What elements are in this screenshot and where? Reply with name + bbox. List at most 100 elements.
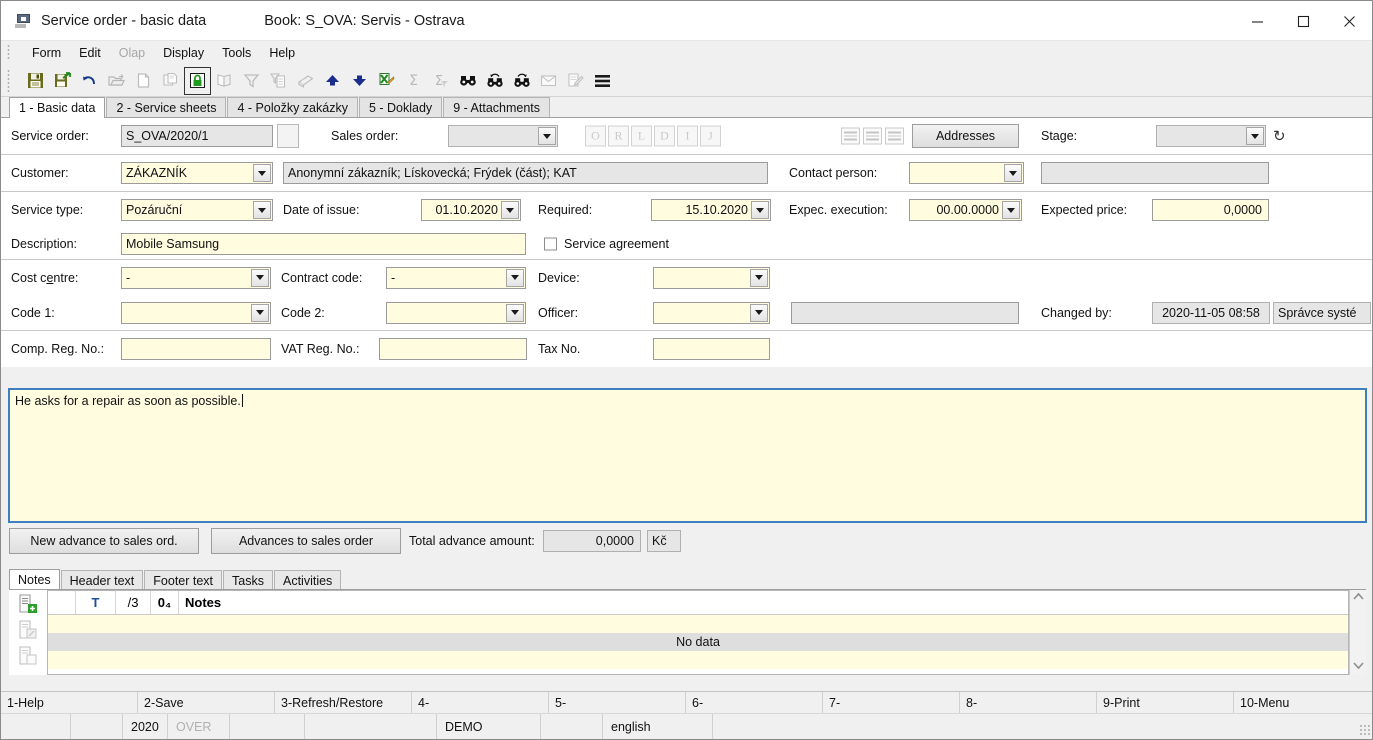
description-input[interactable]: Mobile Samsung xyxy=(121,232,526,255)
service-order-picker-button[interactable] xyxy=(277,124,299,148)
bottom-tab-tasks[interactable]: Tasks xyxy=(223,570,273,590)
column-header-notes[interactable]: Notes xyxy=(179,591,1348,614)
scroll-up-icon[interactable] xyxy=(1352,592,1364,604)
contact-person-combo[interactable] xyxy=(909,162,1024,184)
list-right-align-icon[interactable] xyxy=(885,127,904,145)
required-date-input[interactable]: 15.10.2020 xyxy=(651,199,771,221)
fkey-10-menu[interactable]: 10-Menu xyxy=(1234,692,1370,713)
bottom-tab-activities[interactable]: Activities xyxy=(273,570,342,590)
save-icon[interactable] xyxy=(23,68,48,94)
chevron-down-icon[interactable] xyxy=(253,201,271,219)
flag-l[interactable]: L xyxy=(631,125,652,147)
flag-d[interactable]: D xyxy=(654,125,675,147)
service-order-input[interactable]: S_OVA/2020/1 xyxy=(121,125,273,147)
fkey-7[interactable]: 7- xyxy=(823,692,960,713)
list-left-align-icon[interactable] xyxy=(841,127,860,145)
close-button[interactable] xyxy=(1326,1,1372,41)
calendar-dropdown-icon[interactable] xyxy=(751,201,769,219)
bottom-tab-notes[interactable]: Notes xyxy=(9,569,60,590)
menu-item-display[interactable]: Display xyxy=(154,44,213,62)
stage-combo[interactable] xyxy=(1156,125,1266,147)
sales-order-combo[interactable] xyxy=(448,125,558,147)
column-header-t[interactable]: T xyxy=(76,591,116,614)
minimize-button[interactable] xyxy=(1234,1,1280,41)
find-previous-icon[interactable] xyxy=(482,68,507,94)
bottom-tab-header-text[interactable]: Header text xyxy=(60,570,144,590)
list-center-align-icon[interactable] xyxy=(863,127,882,145)
calendar-dropdown-icon[interactable] xyxy=(1002,201,1020,219)
tab-polozky-zakazky[interactable]: 4 - Položky zakázky xyxy=(227,97,358,117)
menu-icon[interactable] xyxy=(590,68,615,94)
date-of-issue-input[interactable]: 01.10.2020 xyxy=(421,199,521,221)
service-agreement-checkbox[interactable] xyxy=(544,237,557,250)
flag-r[interactable]: R xyxy=(608,125,629,147)
tab-service-sheets[interactable]: 2 - Service sheets xyxy=(106,97,227,117)
fkey-9-print[interactable]: 9-Print xyxy=(1097,692,1234,713)
fkey-8[interactable]: 8- xyxy=(960,692,1097,713)
cost-centre-combo[interactable]: - xyxy=(121,266,271,289)
tab-doklady[interactable]: 5 - Doklady xyxy=(358,97,443,117)
chevron-down-icon[interactable] xyxy=(251,303,269,322)
chevron-down-icon[interactable] xyxy=(506,303,524,322)
chevron-down-icon[interactable] xyxy=(506,268,524,287)
export-excel-icon[interactable] xyxy=(374,68,399,94)
undo-icon[interactable] xyxy=(77,68,102,94)
fkey-2-save[interactable]: 2-Save xyxy=(138,692,275,713)
menu-item-tools[interactable]: Tools xyxy=(213,44,260,62)
code2-combo[interactable] xyxy=(386,301,526,324)
chevron-down-icon[interactable] xyxy=(538,127,556,145)
code1-combo[interactable] xyxy=(121,301,271,324)
memo-textarea[interactable]: He asks for a repair as soon as possible… xyxy=(8,388,1367,523)
table-row[interactable] xyxy=(48,615,1348,633)
fkey-3-refresh-restore[interactable]: 3-Refresh/Restore xyxy=(275,692,412,713)
service-type-combo[interactable]: Pozáruční xyxy=(121,199,273,221)
fkey-1-help[interactable]: 1-Help xyxy=(1,692,138,713)
flag-i[interactable]: I xyxy=(677,125,698,147)
tab-attachments[interactable]: 9 - Attachments xyxy=(443,97,551,117)
chevron-down-icon[interactable] xyxy=(253,164,271,182)
fkey-6[interactable]: 6- xyxy=(686,692,823,713)
menu-item-edit[interactable]: Edit xyxy=(70,44,110,62)
chevron-down-icon[interactable] xyxy=(750,268,768,287)
history-icon[interactable]: ↻ xyxy=(1273,127,1286,145)
new-advance-to-sales-order-button[interactable]: New advance to sales ord. xyxy=(9,528,199,554)
find-icon[interactable] xyxy=(455,68,480,94)
chevron-down-icon[interactable] xyxy=(1004,164,1022,182)
flag-j[interactable]: J xyxy=(700,125,721,147)
customer-combo[interactable]: ZÁKAZNÍK xyxy=(121,162,273,184)
calendar-dropdown-icon[interactable] xyxy=(501,201,519,219)
device-combo[interactable] xyxy=(653,266,770,289)
flag-o[interactable]: O xyxy=(585,125,606,147)
advances-to-sales-order-button[interactable]: Advances to sales order xyxy=(211,528,401,554)
arrow-up-icon[interactable] xyxy=(320,68,345,94)
lock-icon[interactable] xyxy=(184,66,211,95)
tab-basic-data[interactable]: 1 - Basic data xyxy=(9,97,106,118)
addresses-button[interactable]: Addresses xyxy=(912,124,1019,148)
bottom-tab-footer-text[interactable]: Footer text xyxy=(144,570,223,590)
resize-grip[interactable] xyxy=(1359,724,1371,736)
table-row[interactable] xyxy=(48,651,1348,669)
notes-grid-scrollbar[interactable] xyxy=(1349,590,1366,675)
tax-no-input[interactable] xyxy=(653,338,770,360)
chevron-down-icon[interactable] xyxy=(1246,127,1264,145)
comp-reg-no-input[interactable] xyxy=(121,338,271,360)
arrow-down-icon[interactable] xyxy=(347,68,372,94)
chevron-down-icon[interactable] xyxy=(750,303,768,322)
save-and-exit-icon[interactable] xyxy=(50,68,75,94)
vat-reg-no-input[interactable] xyxy=(379,338,527,360)
expec-execution-input[interactable]: 00.00.0000 xyxy=(909,199,1022,221)
chevron-down-icon[interactable] xyxy=(251,268,269,287)
maximize-button[interactable] xyxy=(1280,1,1326,41)
expected-price-input[interactable]: 0,0000 xyxy=(1152,199,1269,221)
scroll-down-icon[interactable] xyxy=(1352,661,1364,673)
column-header-slash3[interactable]: /3 xyxy=(116,591,151,614)
new-note-icon[interactable] xyxy=(17,593,39,615)
column-header-zero4[interactable]: 0₄ xyxy=(151,591,179,614)
fkey-5[interactable]: 5- xyxy=(549,692,686,713)
find-next-icon[interactable] xyxy=(509,68,534,94)
menu-item-form[interactable]: Form xyxy=(23,44,70,62)
menu-item-help[interactable]: Help xyxy=(260,44,304,62)
contract-code-combo[interactable]: - xyxy=(386,266,526,289)
fkey-4[interactable]: 4- xyxy=(412,692,549,713)
officer-combo[interactable] xyxy=(653,301,770,324)
